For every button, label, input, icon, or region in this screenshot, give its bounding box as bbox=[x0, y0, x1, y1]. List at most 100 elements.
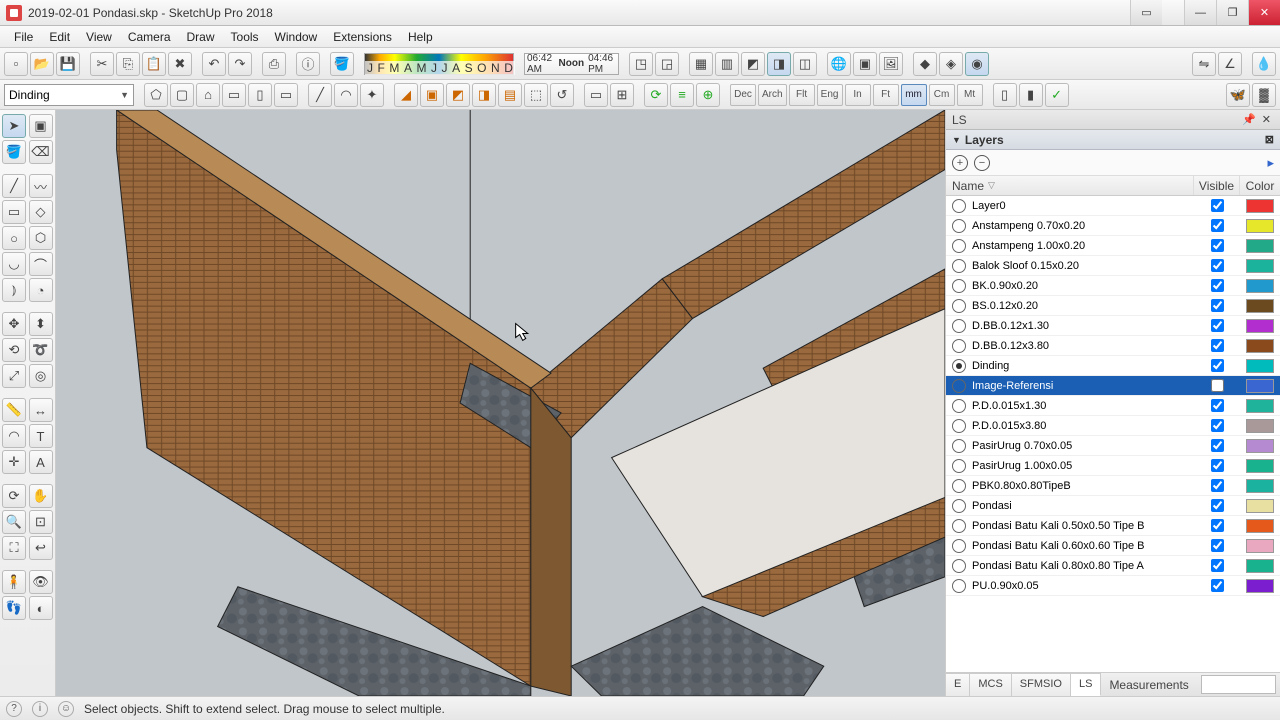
preview-button[interactable]: ▣ bbox=[853, 52, 877, 76]
layer-visible-checkbox[interactable] bbox=[1211, 319, 1224, 332]
layer-visible-checkbox[interactable] bbox=[1211, 479, 1224, 492]
unit-eng[interactable]: Eng bbox=[817, 84, 843, 106]
column-visible[interactable]: Visible bbox=[1194, 176, 1240, 195]
menu-draw[interactable]: Draw bbox=[179, 27, 223, 47]
layer-visible-checkbox[interactable] bbox=[1211, 459, 1224, 472]
unit-mt[interactable]: Mt bbox=[957, 84, 983, 106]
angle-button[interactable]: ∠ bbox=[1218, 52, 1242, 76]
left-view-button[interactable]: ▭ bbox=[274, 83, 298, 107]
layer-active-radio[interactable] bbox=[952, 519, 966, 533]
undo-button[interactable]: ↶ bbox=[202, 52, 226, 76]
layer-row[interactable]: PU.0.90x0.05 bbox=[946, 576, 1280, 596]
column-color[interactable]: Color bbox=[1240, 176, 1280, 195]
orbit-tool[interactable]: ⟳ bbox=[2, 484, 26, 508]
unit-in[interactable]: In bbox=[845, 84, 871, 106]
previous-tool[interactable]: ↩ bbox=[29, 536, 53, 560]
scale-tool[interactable]: ⤢ bbox=[2, 364, 26, 388]
layer-color-swatch[interactable] bbox=[1246, 299, 1274, 313]
walk-tool[interactable]: 👣 bbox=[2, 596, 26, 620]
arc3-tool[interactable]: ⦆ bbox=[2, 278, 26, 302]
pie-tool[interactable]: ◔ bbox=[29, 278, 53, 302]
menu-camera[interactable]: Camera bbox=[120, 27, 179, 47]
ext9-button[interactable]: ⊞ bbox=[610, 83, 634, 107]
menu-view[interactable]: View bbox=[78, 27, 120, 47]
layer-color-swatch[interactable] bbox=[1246, 459, 1274, 473]
axes-button[interactable]: ✦ bbox=[360, 83, 384, 107]
polygon-tool[interactable]: ⬡ bbox=[29, 226, 53, 250]
layer-color-swatch[interactable] bbox=[1246, 499, 1274, 513]
redo-button[interactable]: ↷ bbox=[228, 52, 252, 76]
layer-active-radio[interactable] bbox=[952, 579, 966, 593]
back-view-button[interactable]: ▯ bbox=[248, 83, 272, 107]
layer-active-radio[interactable] bbox=[952, 279, 966, 293]
circle-tool[interactable]: ○ bbox=[2, 226, 26, 250]
geo-button[interactable]: 🌐 bbox=[827, 52, 851, 76]
menu-edit[interactable]: Edit bbox=[41, 27, 78, 47]
layer-visible-checkbox[interactable] bbox=[1211, 259, 1224, 272]
position-camera-tool[interactable]: 🧍 bbox=[2, 570, 26, 594]
solid-3-button[interactable]: ◉ bbox=[965, 52, 989, 76]
copy-button[interactable]: ⎘ bbox=[116, 52, 140, 76]
iso-view-button[interactable]: ⬠ bbox=[144, 83, 168, 107]
front-view-button[interactable]: ⌂ bbox=[196, 83, 220, 107]
layer-row[interactable]: Balok Sloof 0.15x0.20 bbox=[946, 256, 1280, 276]
erase-button[interactable]: ✖ bbox=[168, 52, 192, 76]
ext3-button[interactable]: ◩ bbox=[446, 83, 470, 107]
layer-row[interactable]: Image-Referensi bbox=[946, 376, 1280, 396]
layer-menu-button[interactable]: ▸ bbox=[1267, 155, 1274, 171]
layer-row[interactable]: Pondasi bbox=[946, 496, 1280, 516]
ext10-button[interactable]: ⟳ bbox=[644, 83, 668, 107]
layer-active-radio[interactable] bbox=[952, 559, 966, 573]
status-user-icon[interactable]: ☺ bbox=[58, 701, 74, 717]
add-layer-button[interactable]: + bbox=[952, 155, 968, 171]
ext5-button[interactable]: ▤ bbox=[498, 83, 522, 107]
solid-1-button[interactable]: ◆ bbox=[913, 52, 937, 76]
menu-tools[interactable]: Tools bbox=[223, 27, 267, 47]
layer-color-swatch[interactable] bbox=[1246, 239, 1274, 253]
layer-active-radio[interactable] bbox=[952, 199, 966, 213]
menu-extensions[interactable]: Extensions bbox=[325, 27, 400, 47]
layer-active-radio[interactable] bbox=[952, 299, 966, 313]
paint-tool[interactable]: 🪣 bbox=[2, 140, 26, 164]
column-name[interactable]: Name▽ bbox=[946, 176, 1194, 195]
layer-active-radio[interactable] bbox=[952, 499, 966, 513]
panel-tab-e[interactable]: E bbox=[946, 673, 970, 696]
tray-close-icon[interactable]: ✕ bbox=[1259, 113, 1274, 126]
pushpull-tool[interactable]: ⬍ bbox=[29, 312, 53, 336]
layer-color-swatch[interactable] bbox=[1246, 379, 1274, 393]
rotated-rect-tool[interactable]: ◇ bbox=[29, 200, 53, 224]
viewport[interactable] bbox=[56, 110, 945, 696]
layer-color-swatch[interactable] bbox=[1246, 559, 1274, 573]
layer-visible-checkbox[interactable] bbox=[1211, 579, 1224, 592]
layer-visible-checkbox[interactable] bbox=[1211, 299, 1224, 312]
layer-color-swatch[interactable] bbox=[1246, 219, 1274, 233]
hiddenline-button[interactable]: ▥ bbox=[715, 52, 739, 76]
ext11-button[interactable]: ≡ bbox=[670, 83, 694, 107]
shaded-button[interactable]: ◩ bbox=[741, 52, 765, 76]
layer-visible-checkbox[interactable] bbox=[1211, 439, 1224, 452]
layer-active-radio[interactable] bbox=[952, 439, 966, 453]
layer-active-radio[interactable] bbox=[952, 419, 966, 433]
layer-color-swatch[interactable] bbox=[1246, 259, 1274, 273]
shadow-time-slider[interactable]: 06:42 AM Noon 04:46 PM bbox=[524, 53, 619, 75]
layer-visible-checkbox[interactable] bbox=[1211, 359, 1224, 372]
layer-visible-checkbox[interactable] bbox=[1211, 399, 1224, 412]
colors-icon[interactable]: ▓ bbox=[1252, 83, 1276, 107]
layer-visible-checkbox[interactable] bbox=[1211, 239, 1224, 252]
paste-button[interactable]: 📋 bbox=[142, 52, 166, 76]
layer-active-radio[interactable] bbox=[952, 459, 966, 473]
layer-active-radio[interactable] bbox=[952, 479, 966, 493]
layer-active-radio[interactable] bbox=[952, 239, 966, 253]
zoom-extents-tool[interactable]: ⛶ bbox=[2, 536, 26, 560]
backedges-button[interactable]: ◲ bbox=[655, 52, 679, 76]
line-tool[interactable]: ╱ bbox=[2, 174, 26, 198]
freehand-tool[interactable]: 〰 bbox=[29, 174, 53, 198]
measurements-input[interactable] bbox=[1201, 675, 1276, 694]
section-close-icon[interactable]: ⊠ bbox=[1265, 133, 1274, 146]
layer-active-radio[interactable] bbox=[952, 379, 966, 393]
select-tool[interactable]: ➤ bbox=[2, 114, 26, 138]
ext8-button[interactable]: ▭ bbox=[584, 83, 608, 107]
layer-visible-checkbox[interactable] bbox=[1211, 559, 1224, 572]
section-tool[interactable]: ◐ bbox=[29, 596, 53, 620]
titlebar-extra-button[interactable]: ▭ bbox=[1130, 0, 1162, 25]
